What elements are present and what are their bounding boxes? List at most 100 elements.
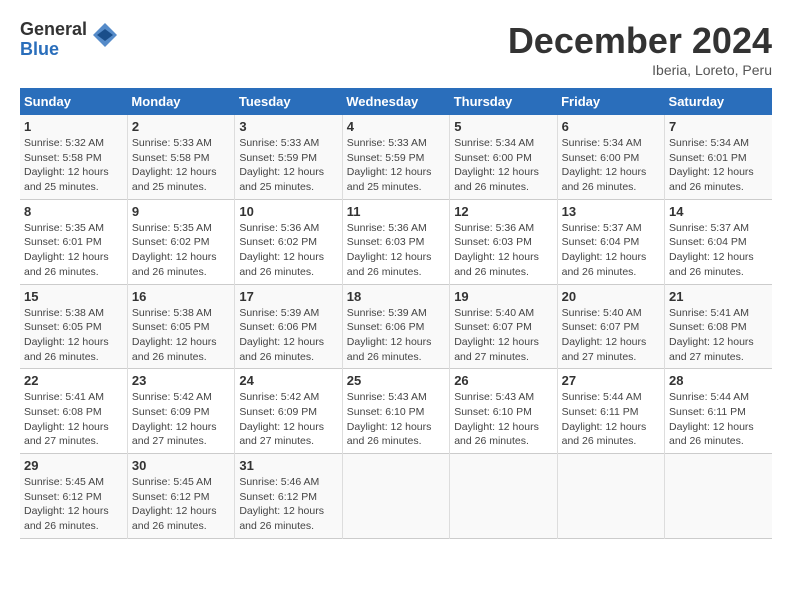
calendar-cell: 11 Sunrise: 5:36 AM Sunset: 6:03 PM Dayli… bbox=[342, 199, 449, 284]
calendar-cell: 26 Sunrise: 5:43 AM Sunset: 6:10 PM Dayli… bbox=[450, 369, 557, 454]
calendar-cell bbox=[342, 454, 449, 539]
header-day: Saturday bbox=[665, 88, 772, 115]
day-number: 6 bbox=[562, 119, 660, 134]
day-info: Sunrise: 5:41 AM Sunset: 6:08 PM Dayligh… bbox=[24, 390, 123, 449]
calendar-cell: 31 Sunrise: 5:46 AM Sunset: 6:12 PM Dayli… bbox=[235, 454, 342, 539]
calendar-cell: 19 Sunrise: 5:40 AM Sunset: 6:07 PM Dayli… bbox=[450, 284, 557, 369]
day-number: 4 bbox=[347, 119, 445, 134]
calendar-cell: 4Sunrise: 5:33 AM Sunset: 5:59 PM Daylig… bbox=[342, 115, 449, 199]
day-number: 5 bbox=[454, 119, 552, 134]
calendar-cell: 10Sunrise: 5:36 AM Sunset: 6:02 PM Dayli… bbox=[235, 199, 342, 284]
day-info: Sunrise: 5:35 AM Sunset: 6:01 PM Dayligh… bbox=[24, 221, 123, 280]
calendar-cell: 27Sunrise: 5:44 AM Sunset: 6:11 PM Dayli… bbox=[557, 369, 664, 454]
day-info: Sunrise: 5:45 AM Sunset: 6:12 PM Dayligh… bbox=[132, 475, 230, 534]
title-section: December 2024 Iberia, Loreto, Peru bbox=[508, 20, 772, 78]
header-day: Tuesday bbox=[235, 88, 342, 115]
calendar-table: SundayMondayTuesdayWednesdayThursdayFrid… bbox=[20, 88, 772, 539]
day-info: Sunrise: 5:36 AM Sunset: 6:03 PM Dayligh… bbox=[347, 221, 445, 280]
calendar-cell: 22 Sunrise: 5:41 AM Sunset: 6:08 PM Dayli… bbox=[20, 369, 127, 454]
calendar-cell: 25Sunrise: 5:43 AM Sunset: 6:10 PM Dayli… bbox=[342, 369, 449, 454]
location: Iberia, Loreto, Peru bbox=[508, 62, 772, 78]
calendar-cell bbox=[450, 454, 557, 539]
day-info: Sunrise: 5:42 AM Sunset: 6:09 PM Dayligh… bbox=[132, 390, 230, 449]
calendar-cell bbox=[665, 454, 772, 539]
logo-general: General bbox=[20, 20, 87, 40]
day-number: 10 bbox=[239, 204, 337, 219]
week-row: 8 Sunrise: 5:35 AM Sunset: 6:01 PM Daylig… bbox=[20, 199, 772, 284]
week-row: 22 Sunrise: 5:41 AM Sunset: 6:08 PM Dayli… bbox=[20, 369, 772, 454]
calendar-cell: 3 Sunrise: 5:33 AM Sunset: 5:59 PM Daylig… bbox=[235, 115, 342, 199]
day-number: 28 bbox=[669, 373, 768, 388]
day-number: 9 bbox=[132, 204, 230, 219]
calendar-cell: 6 Sunrise: 5:34 AM Sunset: 6:00 PM Daylig… bbox=[557, 115, 664, 199]
day-info: Sunrise: 5:37 AM Sunset: 6:04 PM Dayligh… bbox=[562, 221, 660, 280]
calendar-cell: 16 Sunrise: 5:38 AM Sunset: 6:05 PM Dayli… bbox=[127, 284, 234, 369]
calendar-cell: 2Sunrise: 5:33 AM Sunset: 5:58 PM Daylig… bbox=[127, 115, 234, 199]
calendar-cell: 29 Sunrise: 5:45 AM Sunset: 6:12 PM Dayli… bbox=[20, 454, 127, 539]
day-info: Sunrise: 5:38 AM Sunset: 6:05 PM Dayligh… bbox=[24, 306, 123, 365]
day-info: Sunrise: 5:46 AM Sunset: 6:12 PM Dayligh… bbox=[239, 475, 337, 534]
day-number: 11 bbox=[347, 204, 445, 219]
day-info: Sunrise: 5:41 AM Sunset: 6:08 PM Dayligh… bbox=[669, 306, 768, 365]
day-number: 3 bbox=[239, 119, 337, 134]
day-info: Sunrise: 5:34 AM Sunset: 6:01 PM Dayligh… bbox=[669, 136, 768, 195]
day-number: 19 bbox=[454, 289, 552, 304]
calendar-cell: 23Sunrise: 5:42 AM Sunset: 6:09 PM Dayli… bbox=[127, 369, 234, 454]
header-day: Monday bbox=[127, 88, 234, 115]
logo-icon bbox=[91, 21, 119, 54]
day-number: 15 bbox=[24, 289, 123, 304]
day-number: 8 bbox=[24, 204, 123, 219]
week-row: 29 Sunrise: 5:45 AM Sunset: 6:12 PM Dayli… bbox=[20, 454, 772, 539]
calendar-cell: 18 Sunrise: 5:39 AM Sunset: 6:06 PM Dayli… bbox=[342, 284, 449, 369]
day-info: Sunrise: 5:37 AM Sunset: 6:04 PM Dayligh… bbox=[669, 221, 768, 280]
header-row: SundayMondayTuesdayWednesdayThursdayFrid… bbox=[20, 88, 772, 115]
day-number: 16 bbox=[132, 289, 230, 304]
day-info: Sunrise: 5:39 AM Sunset: 6:06 PM Dayligh… bbox=[347, 306, 445, 365]
calendar-cell: 9 Sunrise: 5:35 AM Sunset: 6:02 PM Daylig… bbox=[127, 199, 234, 284]
day-info: Sunrise: 5:39 AM Sunset: 6:06 PM Dayligh… bbox=[239, 306, 337, 365]
day-info: Sunrise: 5:34 AM Sunset: 6:00 PM Dayligh… bbox=[562, 136, 660, 195]
day-info: Sunrise: 5:33 AM Sunset: 5:59 PM Dayligh… bbox=[239, 136, 337, 195]
day-number: 1 bbox=[24, 119, 123, 134]
day-info: Sunrise: 5:40 AM Sunset: 6:07 PM Dayligh… bbox=[562, 306, 660, 365]
day-number: 26 bbox=[454, 373, 552, 388]
day-info: Sunrise: 5:32 AM Sunset: 5:58 PM Dayligh… bbox=[24, 136, 123, 195]
calendar-cell: 20 Sunrise: 5:40 AM Sunset: 6:07 PM Dayli… bbox=[557, 284, 664, 369]
logo: General Blue bbox=[20, 20, 119, 60]
day-number: 17 bbox=[239, 289, 337, 304]
header-day: Thursday bbox=[450, 88, 557, 115]
calendar-cell: 13 Sunrise: 5:37 AM Sunset: 6:04 PM Dayli… bbox=[557, 199, 664, 284]
day-number: 13 bbox=[562, 204, 660, 219]
day-info: Sunrise: 5:43 AM Sunset: 6:10 PM Dayligh… bbox=[454, 390, 552, 449]
day-info: Sunrise: 5:35 AM Sunset: 6:02 PM Dayligh… bbox=[132, 221, 230, 280]
day-info: Sunrise: 5:45 AM Sunset: 6:12 PM Dayligh… bbox=[24, 475, 123, 534]
day-info: Sunrise: 5:38 AM Sunset: 6:05 PM Dayligh… bbox=[132, 306, 230, 365]
day-info: Sunrise: 5:42 AM Sunset: 6:09 PM Dayligh… bbox=[239, 390, 337, 449]
month-title: December 2024 bbox=[508, 20, 772, 62]
day-info: Sunrise: 5:33 AM Sunset: 5:58 PM Dayligh… bbox=[132, 136, 230, 195]
day-number: 21 bbox=[669, 289, 768, 304]
day-info: Sunrise: 5:40 AM Sunset: 6:07 PM Dayligh… bbox=[454, 306, 552, 365]
day-number: 24 bbox=[239, 373, 337, 388]
calendar-cell: 15 Sunrise: 5:38 AM Sunset: 6:05 PM Dayli… bbox=[20, 284, 127, 369]
header-day: Wednesday bbox=[342, 88, 449, 115]
day-number: 30 bbox=[132, 458, 230, 473]
day-info: Sunrise: 5:43 AM Sunset: 6:10 PM Dayligh… bbox=[347, 390, 445, 449]
calendar-cell: 14 Sunrise: 5:37 AM Sunset: 6:04 PM Dayli… bbox=[665, 199, 772, 284]
day-number: 20 bbox=[562, 289, 660, 304]
week-row: 15 Sunrise: 5:38 AM Sunset: 6:05 PM Dayli… bbox=[20, 284, 772, 369]
logo-blue: Blue bbox=[20, 40, 87, 60]
day-number: 31 bbox=[239, 458, 337, 473]
calendar-cell bbox=[557, 454, 664, 539]
day-number: 29 bbox=[24, 458, 123, 473]
page-header: General Blue December 2024 Iberia, Loret… bbox=[20, 20, 772, 78]
day-info: Sunrise: 5:34 AM Sunset: 6:00 PM Dayligh… bbox=[454, 136, 552, 195]
day-number: 18 bbox=[347, 289, 445, 304]
day-info: Sunrise: 5:36 AM Sunset: 6:03 PM Dayligh… bbox=[454, 221, 552, 280]
day-number: 27 bbox=[562, 373, 660, 388]
day-number: 14 bbox=[669, 204, 768, 219]
calendar-cell: 8 Sunrise: 5:35 AM Sunset: 6:01 PM Daylig… bbox=[20, 199, 127, 284]
day-number: 22 bbox=[24, 373, 123, 388]
calendar-cell: 7Sunrise: 5:34 AM Sunset: 6:01 PM Daylig… bbox=[665, 115, 772, 199]
calendar-cell: 5 Sunrise: 5:34 AM Sunset: 6:00 PM Daylig… bbox=[450, 115, 557, 199]
